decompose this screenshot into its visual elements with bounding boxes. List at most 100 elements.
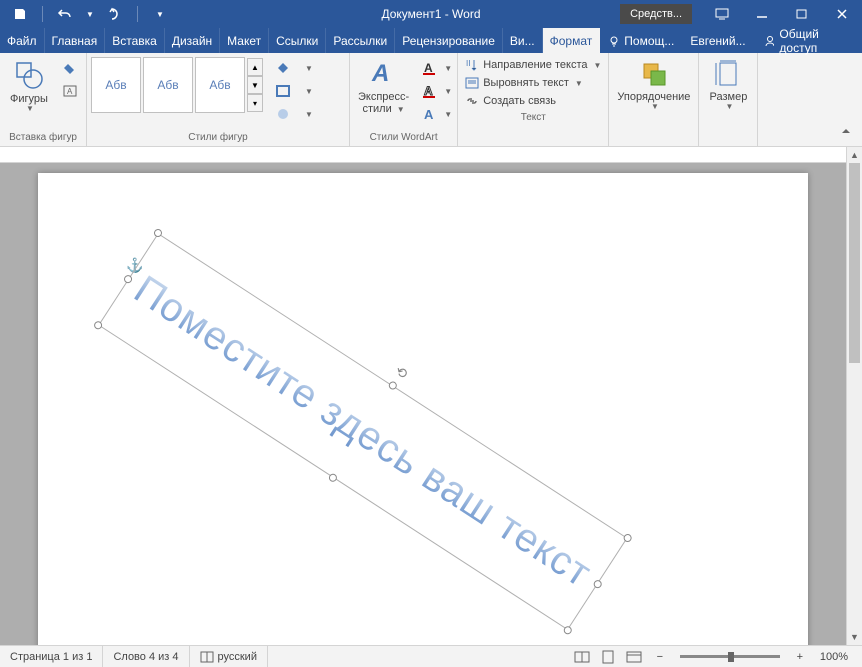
tab-insert[interactable]: Вставка (105, 28, 165, 53)
save-icon[interactable] (6, 2, 34, 26)
text-outline-dropdown[interactable]: ▼ (441, 80, 453, 102)
collapse-ribbon-icon[interactable] (834, 120, 858, 142)
ribbon: Фигуры▼ A Вставка фигур Абв Абв Абв ▲ ▼ … (0, 53, 862, 147)
redo-icon[interactable] (101, 2, 129, 26)
zoom-in-icon[interactable]: + (788, 647, 812, 667)
ribbon-tabs: Файл Главная Вставка Дизайн Макет Ссылки… (0, 28, 862, 53)
gallery-down-icon[interactable]: ▼ (247, 76, 263, 94)
undo-icon[interactable] (51, 2, 79, 26)
web-layout-icon[interactable] (622, 647, 646, 667)
gallery-up-icon[interactable]: ▲ (247, 58, 263, 76)
undo-dropdown-icon[interactable]: ▼ (83, 2, 97, 26)
qat-customize-icon[interactable]: ▼ (146, 2, 174, 26)
horizontal-ruler[interactable] (0, 147, 862, 163)
shapes-button[interactable]: Фигуры▼ (4, 57, 54, 116)
shape-style-2[interactable]: Абв (143, 57, 193, 113)
group-text: II Направление текста▼ Выровнять текст▼ … (458, 53, 609, 146)
quick-access-toolbar: ▼ ▼ (0, 2, 180, 26)
page[interactable]: ⚓ ⟲ Поместите здесь ваш текст (38, 173, 808, 645)
status-bar: Страница 1 из 1 Слово 4 из 4 русский − +… (0, 645, 862, 667)
create-link-button[interactable]: Создать связь (462, 93, 604, 109)
align-text-label: Выровнять текст (483, 77, 569, 89)
group-label: Текст (462, 109, 604, 126)
scroll-up-icon[interactable]: ▲ (847, 147, 862, 163)
svg-text:A: A (424, 107, 434, 122)
zoom-level[interactable]: 100% (814, 651, 854, 663)
tab-references[interactable]: Ссылки (269, 28, 326, 53)
wordart-text[interactable]: Поместите здесь ваш текст (98, 233, 628, 630)
align-text-button[interactable]: Выровнять текст▼ (462, 75, 604, 91)
close-icon[interactable] (822, 0, 862, 28)
print-layout-icon[interactable] (596, 647, 620, 667)
title-bar: ▼ ▼ Документ1 - Word Средств... (0, 0, 862, 28)
tab-home[interactable]: Главная (45, 28, 106, 53)
svg-text:A: A (424, 61, 433, 75)
person-icon (764, 35, 775, 47)
read-mode-icon[interactable] (570, 647, 594, 667)
create-link-label: Создать связь (483, 95, 556, 107)
zoom-slider[interactable] (680, 655, 780, 658)
text-effects-button[interactable]: A (417, 103, 441, 125)
arrange-button[interactable]: Упорядочение▼ (613, 57, 694, 114)
ribbon-options-icon[interactable] (702, 0, 742, 28)
tab-file[interactable]: Файл (0, 28, 45, 53)
group-label (613, 129, 694, 146)
text-direction-label: Направление текста (483, 59, 587, 71)
svg-text:A: A (424, 84, 433, 98)
edit-shape-button[interactable] (58, 57, 82, 79)
minimize-icon[interactable] (742, 0, 782, 28)
shape-outline-dropdown[interactable]: ▼ (296, 80, 320, 102)
tab-format[interactable]: Формат (543, 28, 601, 53)
group-insert-shapes: Фигуры▼ A Вставка фигур (0, 53, 87, 146)
shape-effects-dropdown[interactable]: ▼ (296, 103, 320, 125)
size-button[interactable]: Размер▼ (703, 57, 753, 114)
quick-styles-label2: стили (362, 103, 391, 115)
shape-style-3[interactable]: Абв (195, 57, 245, 113)
text-outline-button[interactable]: A (417, 80, 441, 102)
shape-style-1[interactable]: Абв (91, 57, 141, 113)
vertical-scrollbar[interactable]: ▲ ▼ (846, 147, 862, 645)
maximize-icon[interactable] (782, 0, 822, 28)
wordart-object[interactable]: ⟲ Поместите здесь ваш текст (98, 233, 628, 630)
gallery-more-icon[interactable]: ▾ (247, 94, 263, 112)
share-button[interactable]: Общий доступ (754, 28, 862, 53)
share-label: Общий доступ (779, 27, 852, 55)
svg-text:A: A (371, 60, 389, 87)
tab-design[interactable]: Дизайн (165, 28, 220, 53)
shape-fill-dropdown[interactable]: ▼ (296, 57, 320, 79)
text-direction-button[interactable]: II Направление текста▼ (462, 57, 604, 73)
zoom-thumb[interactable] (728, 652, 734, 662)
shapes-icon (13, 59, 45, 91)
page-count[interactable]: Страница 1 из 1 (0, 646, 103, 667)
text-box-button[interactable]: A (58, 80, 82, 102)
arrange-icon (639, 59, 669, 89)
scroll-thumb[interactable] (849, 163, 860, 363)
tab-review[interactable]: Рецензирование (395, 28, 503, 53)
group-arrange: Упорядочение▼ (609, 53, 699, 146)
quick-styles-label1: Экспресс- (358, 91, 409, 103)
zoom-out-icon[interactable]: − (648, 647, 672, 667)
rotate-handle-icon[interactable]: ⟲ (392, 362, 411, 383)
quick-styles-button[interactable]: A Экспресс-стили ▼ (354, 57, 413, 117)
tell-me[interactable]: Помощ... (600, 28, 682, 53)
shape-fill-button[interactable] (271, 57, 295, 79)
account-name[interactable]: Евгений... (682, 28, 753, 53)
text-fill-button[interactable]: A (417, 57, 441, 79)
word-count[interactable]: Слово 4 из 4 (103, 646, 189, 667)
scroll-down-icon[interactable]: ▼ (847, 629, 862, 645)
document-area[interactable]: ⚓ ⟲ Поместите здесь ваш текст (0, 163, 846, 645)
tab-mailings[interactable]: Рассылки (326, 28, 395, 53)
tab-view[interactable]: Ви... (503, 28, 543, 53)
shape-effects-button[interactable] (271, 103, 295, 125)
tab-layout[interactable]: Макет (220, 28, 269, 53)
svg-text:A: A (67, 87, 73, 96)
language-button[interactable]: русский (190, 646, 268, 667)
shape-outline-button[interactable] (271, 80, 295, 102)
text-fill-dropdown[interactable]: ▼ (441, 57, 453, 79)
separator (42, 6, 43, 22)
wordart-icon: A (369, 59, 399, 89)
language-label: русский (218, 651, 257, 663)
group-wordart-styles: A Экспресс-стили ▼ A ▼ A ▼ A ▼ Стили Wor… (350, 53, 458, 146)
shape-style-gallery[interactable]: Абв Абв Абв ▲ ▼ ▾ (91, 57, 263, 113)
text-effects-dropdown[interactable]: ▼ (441, 103, 453, 125)
